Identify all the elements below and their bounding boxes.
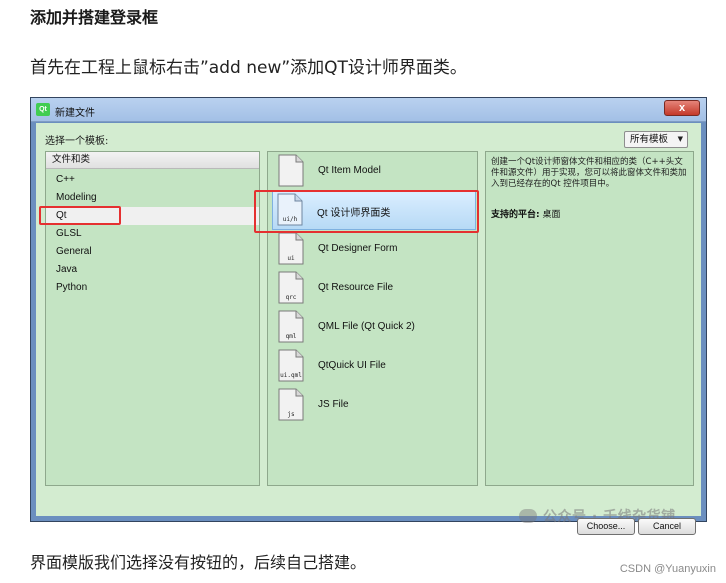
- platform-value: 桌面: [542, 210, 561, 220]
- dialog-titlebar: Qt 新建文件 x: [31, 98, 706, 122]
- new-file-dialog: Qt 新建文件 x 选择一个模板: 所有模板 ▼ 文件和类 C++ Modeli…: [30, 97, 707, 535]
- category-item-python[interactable]: Python: [46, 279, 259, 297]
- category-group-header: 文件和类: [46, 152, 259, 169]
- close-button[interactable]: x: [664, 100, 700, 116]
- category-item-glsl[interactable]: GLSL: [46, 225, 259, 243]
- category-item-modeling[interactable]: Modeling: [46, 189, 259, 207]
- template-item-qt-designer-form[interactable]: ui Qt Designer Form: [274, 230, 474, 270]
- category-item-general[interactable]: General: [46, 243, 259, 261]
- template-item-qt-resource-file[interactable]: qrc Qt Resource File: [274, 269, 474, 309]
- template-list: Qt Item Model ui/h Qt 设计师界面类 ui Qt Desig…: [267, 151, 478, 486]
- template-label: QML File (Qt Quick 2): [318, 321, 415, 332]
- qrc-file-icon: qrc: [278, 271, 304, 304]
- platform-label: 支持的平台:: [491, 210, 540, 220]
- template-item-qt-designer-class[interactable]: ui/h Qt 设计师界面类: [272, 190, 476, 230]
- ui-header-file-icon: ui/h: [277, 193, 303, 226]
- file-icon: [278, 154, 304, 187]
- template-label: Qt Designer Form: [318, 243, 398, 254]
- wechat-icon: [519, 509, 537, 523]
- template-label: Qt Resource File: [318, 282, 394, 293]
- template-item-qt-item-model[interactable]: Qt Item Model: [274, 152, 474, 192]
- csdn-credit: CSDN @Yuanyuxin: [619, 563, 716, 575]
- qt-app-icon: Qt: [36, 103, 50, 116]
- js-file-icon: js: [278, 388, 304, 421]
- choose-template-label: 选择一个模板:: [45, 136, 109, 147]
- template-label: QtQuick UI File: [318, 360, 386, 371]
- chevron-down-icon: ▼: [677, 135, 683, 143]
- template-label: Qt Item Model: [318, 165, 381, 176]
- cancel-button[interactable]: Cancel: [638, 518, 696, 535]
- intro-paragraph: 首先在工程上鼠标右击”add new”添加QT设计师界面类。: [30, 58, 467, 78]
- supported-platforms: 支持的平台: 桌面: [491, 207, 561, 220]
- ui-qml-file-icon: ui.qml: [278, 349, 304, 382]
- category-item-cpp[interactable]: C++: [46, 171, 259, 189]
- template-label: JS File: [318, 399, 349, 410]
- category-item-qt[interactable]: Qt: [46, 207, 259, 225]
- template-description-panel: 创建一个Qt设计师窗体文件和相应的类（C++头文件和源文件）用于实现，您可以将此…: [485, 151, 694, 486]
- qml-file-icon: qml: [278, 310, 304, 343]
- template-filter-select[interactable]: 所有模板 ▼: [624, 131, 688, 148]
- category-item-java[interactable]: Java: [46, 261, 259, 279]
- template-filter-value: 所有模板: [630, 134, 669, 145]
- template-item-js-file[interactable]: js JS File: [274, 386, 474, 426]
- category-list: 文件和类 C++ Modeling Qt GLSL General Java P…: [45, 151, 260, 486]
- template-item-qml-file[interactable]: qml QML File (Qt Quick 2): [274, 308, 474, 348]
- template-label: Qt 设计师界面类: [317, 208, 391, 219]
- template-item-qtquick-ui-file[interactable]: ui.qml QtQuick UI File: [274, 347, 474, 387]
- dialog-title: 新建文件: [55, 108, 95, 119]
- template-description: 创建一个Qt设计师窗体文件和相应的类（C++头文件和源文件）用于实现，您可以将此…: [491, 157, 687, 189]
- article-heading: 添加并搭建登录框: [30, 8, 159, 27]
- dialog-body: 选择一个模板: 所有模板 ▼ 文件和类 C++ Modeling Qt GLSL…: [36, 123, 701, 535]
- outro-paragraph: 界面模版我们选择没有按钮的，后续自己搭建。: [30, 553, 367, 572]
- ui-file-icon: ui: [278, 232, 304, 265]
- choose-button[interactable]: Choose...: [577, 518, 635, 535]
